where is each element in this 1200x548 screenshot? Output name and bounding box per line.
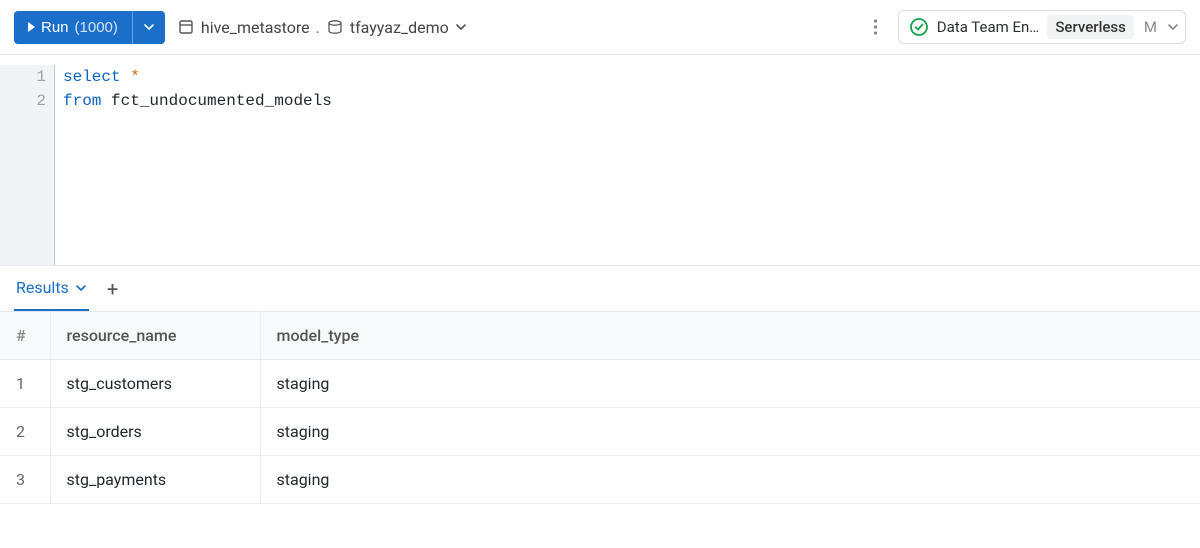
tab-results[interactable]: Results <box>14 266 89 311</box>
chevron-down-icon <box>75 282 87 294</box>
check-circle-icon <box>909 17 929 37</box>
cell-resource-name: stg_orders <box>50 408 260 456</box>
table-row[interactable]: 3stg_paymentsstaging <box>0 456 1200 504</box>
catalog-schema-selector[interactable]: hive_metastore . tfayyaz_demo <box>177 18 467 37</box>
line-number-gutter: 12 <box>0 65 54 265</box>
table-row[interactable]: 1stg_customersstaging <box>0 360 1200 408</box>
compute-tag: Serverless <box>1047 15 1134 39</box>
cell-resource-name: stg_customers <box>50 360 260 408</box>
schema-name: tfayyaz_demo <box>350 18 449 37</box>
compute-size: M <box>1142 18 1159 36</box>
line-number: 1 <box>0 65 46 89</box>
cell-rownum: 2 <box>0 408 50 456</box>
overflow-menu-button[interactable] <box>865 14 886 40</box>
cell-model-type: staging <box>260 456 1200 504</box>
run-dropdown-button[interactable] <box>132 11 165 44</box>
cell-model-type: staging <box>260 360 1200 408</box>
schema-icon <box>326 18 344 36</box>
catalog-icon <box>177 18 195 36</box>
play-icon <box>28 22 35 32</box>
run-label: Run <box>41 19 69 36</box>
chevron-down-icon <box>455 21 467 33</box>
table-header-row: # resource_name model_type <box>0 312 1200 360</box>
results-bar: Results + <box>0 265 1200 311</box>
col-rownum[interactable]: # <box>0 312 50 360</box>
toolbar: Run (1000) hive_metastore . tfayyaz_demo <box>0 0 1200 55</box>
results-table: # resource_name model_type 1stg_customer… <box>0 311 1200 504</box>
code-area[interactable]: select *from fct_undocumented_models <box>54 65 1200 265</box>
chevron-down-icon <box>143 21 155 33</box>
cell-resource-name: stg_payments <box>50 456 260 504</box>
add-tab-button[interactable]: + <box>101 277 124 301</box>
code-line[interactable]: from fct_undocumented_models <box>63 89 1200 113</box>
cell-rownum: 3 <box>0 456 50 504</box>
plus-icon: + <box>107 277 118 301</box>
cell-model-type: staging <box>260 408 1200 456</box>
vertical-dots-icon <box>873 18 878 36</box>
line-number: 2 <box>0 89 46 113</box>
col-resource-name[interactable]: resource_name <box>50 312 260 360</box>
compute-name: Data Team En… <box>937 18 1040 36</box>
catalog-name: hive_metastore <box>201 18 310 37</box>
run-button[interactable]: Run (1000) <box>14 11 132 44</box>
code-line[interactable]: select * <box>63 65 1200 89</box>
col-model-type[interactable]: model_type <box>260 312 1200 360</box>
path-separator: . <box>316 18 320 37</box>
compute-selector[interactable]: Data Team En… Serverless M <box>898 10 1186 44</box>
run-button-group: Run (1000) <box>14 11 165 44</box>
chevron-down-icon <box>1167 21 1179 33</box>
sql-editor[interactable]: 12 select *from fct_undocumented_models <box>0 55 1200 265</box>
run-limit: (1000) <box>75 19 118 36</box>
results-tab-label: Results <box>16 278 69 297</box>
cell-rownum: 1 <box>0 360 50 408</box>
table-row[interactable]: 2stg_ordersstaging <box>0 408 1200 456</box>
